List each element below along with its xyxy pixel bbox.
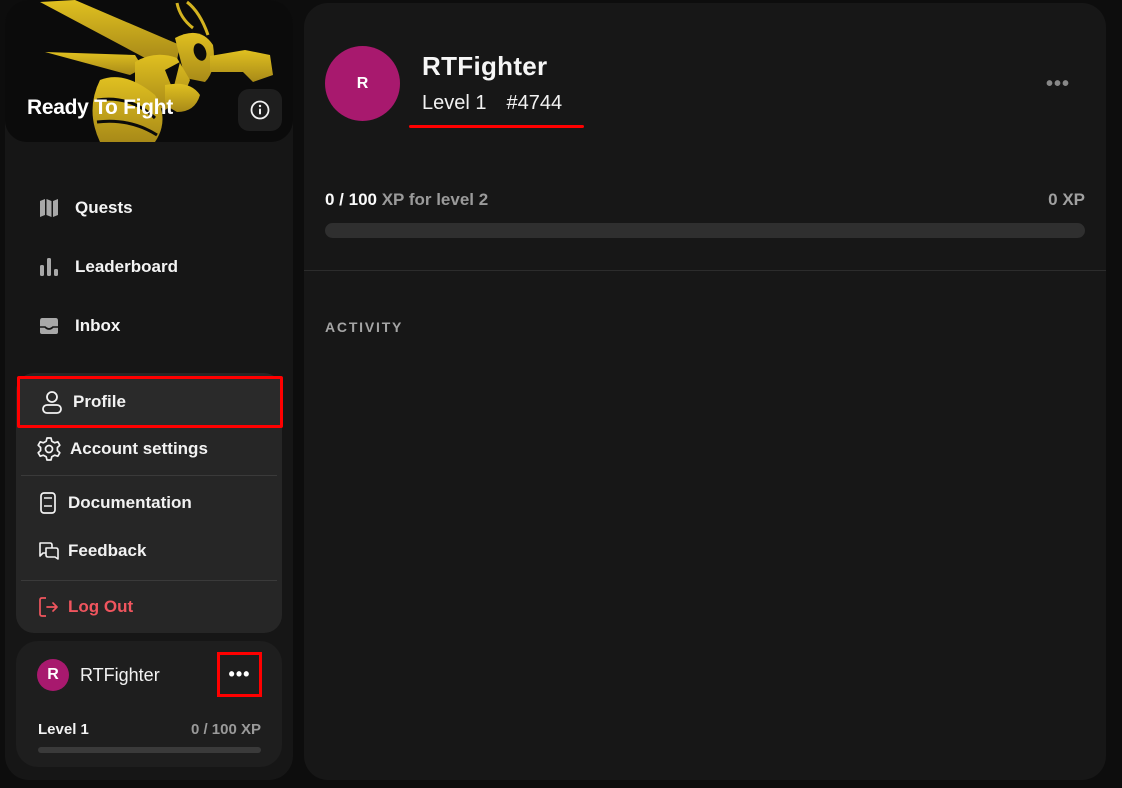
- activity-heading: ACTIVITY: [325, 319, 404, 335]
- info-button[interactable]: [238, 89, 282, 131]
- chat-bubbles-icon: [38, 538, 60, 564]
- brand-title: Ready To Fight: [27, 96, 173, 119]
- profile-avatar: R: [325, 46, 400, 121]
- user-xp-progress-bar: [38, 747, 261, 753]
- menu-item-log-out[interactable]: Log Out: [16, 589, 282, 625]
- profile-dropdown-menu: Profile Account settings Documentation F…: [16, 373, 283, 633]
- nav-item-label: Inbox: [75, 315, 121, 335]
- book-icon: [38, 490, 58, 516]
- user-level: Level 1: [38, 721, 89, 738]
- menu-item-profile[interactable]: Profile: [17, 376, 283, 428]
- profile-name: RTFighter: [422, 51, 548, 81]
- section-divider: [304, 270, 1106, 271]
- nav-item-quests[interactable]: Quests: [5, 178, 293, 237]
- menu-item-documentation[interactable]: Documentation: [16, 485, 282, 521]
- main-nav: Quests Leaderboard Inbox: [5, 178, 293, 355]
- user-xp: 0 / 100 XP: [190, 721, 261, 738]
- menu-divider: [21, 580, 277, 581]
- logout-icon: [38, 594, 60, 620]
- menu-item-label: Account settings: [70, 439, 208, 458]
- xp-progress-bar: [325, 223, 1085, 238]
- sidebar: Ready To Fight Quests Leaderboard Inbox …: [5, 0, 293, 780]
- nav-item-inbox[interactable]: Inbox: [5, 296, 293, 355]
- inbox-icon: [37, 314, 61, 338]
- menu-item-label: Profile: [73, 392, 126, 411]
- user-name: RTFighter: [80, 665, 160, 685]
- nav-item-leaderboard[interactable]: Leaderboard: [5, 237, 293, 296]
- profile-level: Level 1: [422, 92, 487, 114]
- info-icon: [250, 100, 270, 120]
- nav-item-label: Leaderboard: [75, 256, 178, 276]
- menu-item-label: Log Out: [68, 597, 134, 616]
- user-card: R RTFighter ••• Level 1 0 / 100 XP: [16, 641, 282, 767]
- profile-more-button[interactable]: •••: [1046, 73, 1070, 96]
- menu-divider: [21, 475, 277, 476]
- gear-icon: [36, 436, 62, 462]
- xp-total: 0 XP: [1048, 190, 1085, 209]
- more-options-button[interactable]: •••: [217, 652, 262, 697]
- xp-suffix: XP for level 2: [377, 190, 489, 209]
- profile-panel: R RTFighter Level 1 #4744 ••• 0 / 100 XP…: [304, 3, 1106, 780]
- brand-header: Ready To Fight: [5, 0, 293, 142]
- menu-item-label: Documentation: [68, 493, 192, 512]
- profile-meta: Level 1 #4744: [422, 92, 562, 115]
- user-icon: [39, 389, 65, 415]
- menu-item-feedback[interactable]: Feedback: [16, 533, 282, 569]
- xp-current: 0 / 100: [325, 190, 377, 209]
- bar-chart-icon: [37, 255, 61, 279]
- menu-item-account-settings[interactable]: Account settings: [16, 431, 282, 467]
- map-icon: [37, 196, 61, 220]
- xp-label: 0 / 100 XP for level 2: [325, 190, 488, 210]
- menu-item-label: Feedback: [68, 541, 147, 560]
- profile-tag: #4744: [506, 92, 563, 114]
- highlight-underline: [409, 125, 584, 128]
- nav-item-label: Quests: [75, 197, 133, 217]
- avatar[interactable]: R: [37, 659, 69, 691]
